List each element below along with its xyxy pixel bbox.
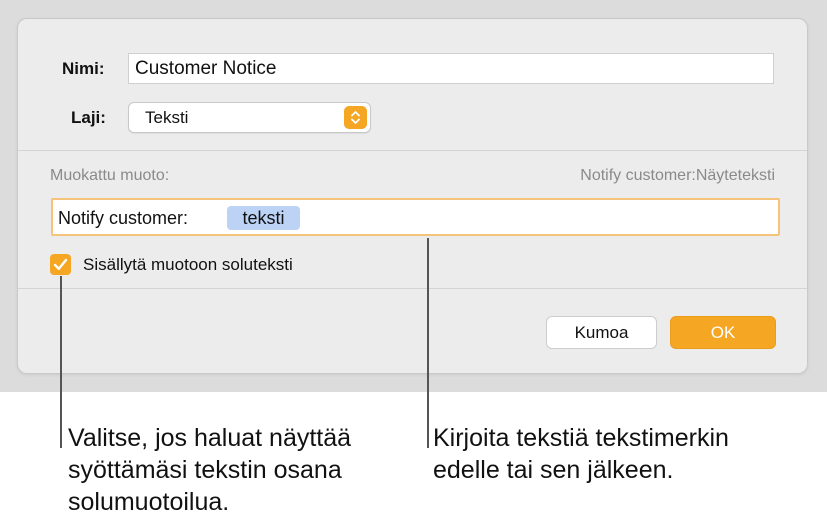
name-label: Nimi: <box>62 59 105 78</box>
include-cell-text-label[interactable]: Sisällytä muotoon soluteksti <box>83 255 293 275</box>
type-label: Laji: <box>71 108 106 127</box>
callout-checkbox: Valitse, jos haluat näyttää syöttämäsi t… <box>68 424 352 516</box>
text-token[interactable]: teksti <box>227 206 300 230</box>
include-cell-text-checkbox[interactable] <box>50 254 71 275</box>
type-select-value: Teksti <box>145 108 189 127</box>
callout-line-left <box>60 276 62 448</box>
custom-format-field[interactable]: Notify customer: teksti <box>51 198 780 236</box>
type-select[interactable]: Teksti <box>128 102 371 133</box>
cancel-button[interactable]: Kumoa <box>546 316 657 349</box>
checkmark-icon <box>53 258 68 270</box>
callout-line-right <box>427 238 429 448</box>
ok-button[interactable]: OK <box>670 316 776 349</box>
name-input[interactable]: Customer Notice <box>128 53 774 84</box>
divider <box>18 150 807 151</box>
format-prefix-text: Notify customer: <box>58 208 189 228</box>
format-preview: Notify customer:Näyteteksti <box>580 167 775 184</box>
callout-format-field: Kirjoita tekstiä tekstimerkin edelle tai… <box>433 424 729 484</box>
divider <box>18 288 807 289</box>
chevron-up-down-icon <box>344 106 367 129</box>
custom-format-label: Muokattu muoto: <box>50 167 170 184</box>
